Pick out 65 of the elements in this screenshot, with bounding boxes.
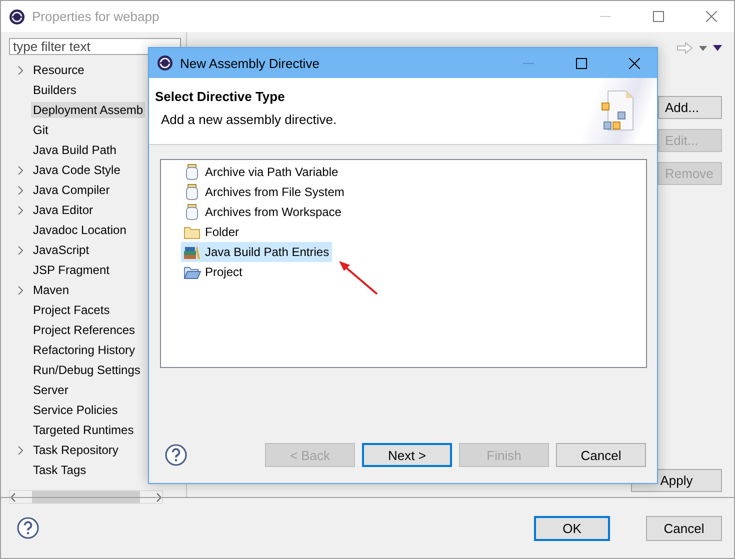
tree-item[interactable]: Javadoc Location (31, 222, 128, 238)
folder-icon (184, 226, 200, 238)
tree-item[interactable]: Project References (31, 322, 138, 338)
tree-item[interactable]: Refactoring History (31, 342, 138, 358)
tree-item[interactable]: Project Facets (31, 302, 112, 318)
scroll-right-icon[interactable] (156, 492, 162, 502)
tree-item[interactable]: Service Policies (31, 402, 120, 418)
wizard-button[interactable]: Next > (362, 443, 452, 467)
chevron-icon[interactable] (18, 166, 22, 174)
maximize-icon[interactable] (576, 58, 586, 68)
list-item[interactable]: Project (181, 262, 646, 282)
tree-item[interactable]: Deployment Assemb (31, 102, 146, 118)
list-item[interactable]: Archive via Path Variable (181, 162, 646, 182)
tree-item[interactable]: Resource (31, 62, 86, 78)
jar-icon (186, 164, 198, 180)
jar-icon (186, 204, 198, 220)
dialog-title: New Assembly Directive (180, 56, 320, 70)
list-item[interactable]: Folder (181, 222, 646, 242)
list-item[interactable]: Archives from Workspace (181, 202, 646, 222)
tree-item[interactable]: Task Repository (31, 442, 120, 458)
jar-icon (186, 184, 198, 200)
filter-field[interactable]: type filter text (9, 38, 181, 55)
list-item[interactable]: Java Build Path Entries (181, 242, 332, 262)
dialog-button[interactable]: OK (534, 516, 610, 540)
dropdown-caret-icon[interactable] (699, 46, 707, 50)
tree-item[interactable]: Java Code Style (31, 162, 122, 178)
tree-item[interactable]: Java Build Path (31, 142, 118, 158)
side-button[interactable]: Add... (658, 96, 722, 119)
dialog-button[interactable]: Cancel (646, 516, 722, 540)
window-icon (9, 8, 25, 24)
tree-item[interactable]: Task Tags (31, 462, 88, 478)
chevron-icon[interactable] (18, 246, 22, 254)
open-folder-icon (184, 266, 200, 278)
tree-item[interactable]: Java Editor (31, 202, 96, 218)
close-icon[interactable] (706, 11, 716, 22)
tree-item[interactable]: Run/Debug Settings (31, 362, 142, 378)
scroll-left-icon[interactable] (10, 492, 16, 502)
chevron-icon[interactable] (18, 206, 22, 214)
close-icon[interactable] (628, 58, 640, 68)
chevron-icon[interactable] (18, 186, 22, 194)
wizard-button[interactable]: Cancel (556, 443, 646, 467)
annotation-arrow (337, 258, 379, 296)
chevron-icon[interactable] (18, 446, 22, 454)
list-item[interactable]: Archives from File System (181, 182, 646, 202)
chevron-icon[interactable] (18, 66, 22, 74)
menu-caret-icon[interactable] (713, 45, 722, 51)
horizontal-scrollbar[interactable] (9, 490, 163, 504)
tree-item[interactable]: Java Compiler (31, 182, 112, 198)
page-heading: Select Directive Type (155, 89, 285, 104)
tree-item[interactable]: Server (31, 382, 70, 398)
help-icon[interactable] (165, 444, 187, 466)
forward-arrow-icon[interactable] (677, 42, 693, 54)
tree-item[interactable]: Maven (31, 282, 72, 298)
maximize-icon[interactable] (652, 11, 664, 22)
chevron-icon[interactable] (18, 286, 22, 294)
tree-item[interactable]: JavaScript (31, 242, 92, 258)
tree-item[interactable]: Git (31, 122, 50, 138)
help-icon[interactable] (17, 517, 39, 539)
page-description: Add a new assembly directive. (160, 112, 337, 127)
window-title: Properties for webapp (32, 9, 160, 24)
window-icon (157, 55, 173, 71)
tree-item[interactable]: Builders (31, 82, 78, 98)
tree-item[interactable]: JSP Fragment (31, 262, 112, 278)
tree-item[interactable]: Targeted Runtimes (31, 422, 136, 438)
books-icon (183, 244, 201, 260)
